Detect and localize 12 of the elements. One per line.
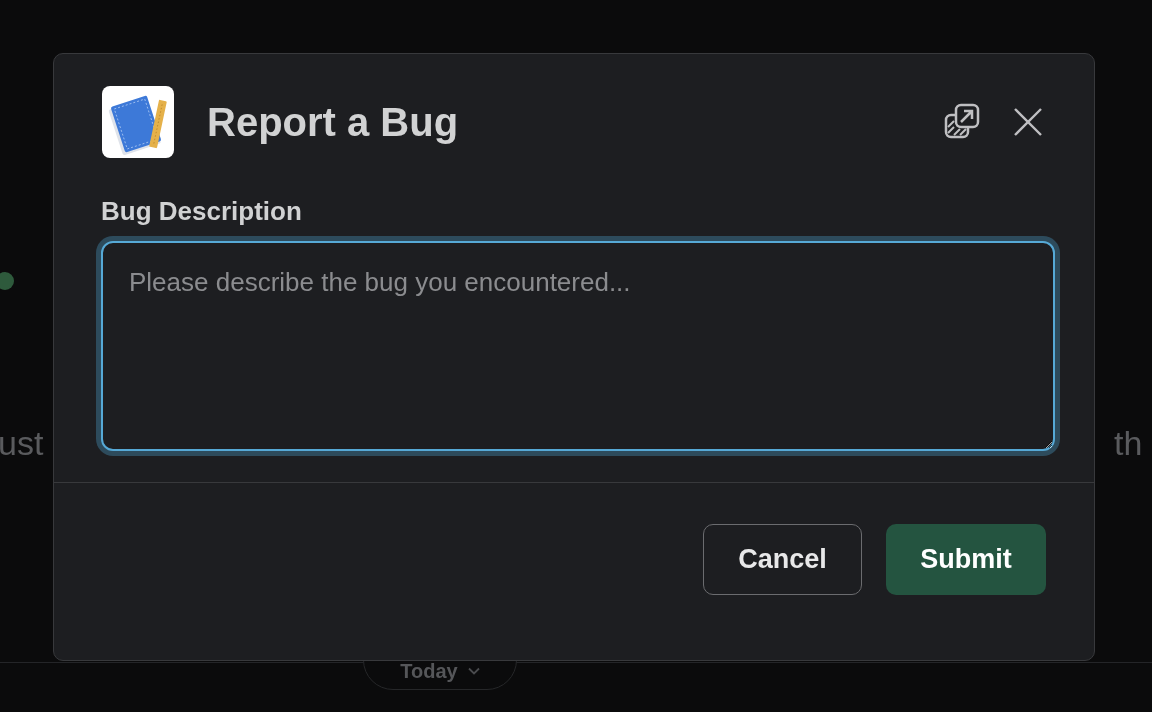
message-text: ust (0, 424, 44, 463)
cancel-button[interactable]: Cancel (703, 524, 862, 595)
submit-button[interactable]: Submit (886, 524, 1046, 595)
status-dot (0, 272, 14, 290)
chevron-down-icon (467, 667, 480, 675)
bug-description-field[interactable]: Please describe the bug you encountered... (101, 241, 1055, 451)
field-label: Bug Description (101, 196, 303, 227)
notebook-icon (102, 86, 174, 158)
message-text: th (1114, 424, 1143, 463)
popout-window-icon[interactable] (944, 103, 982, 141)
dialog-title: Report a Bug (207, 99, 459, 145)
close-icon[interactable] (1012, 106, 1044, 138)
